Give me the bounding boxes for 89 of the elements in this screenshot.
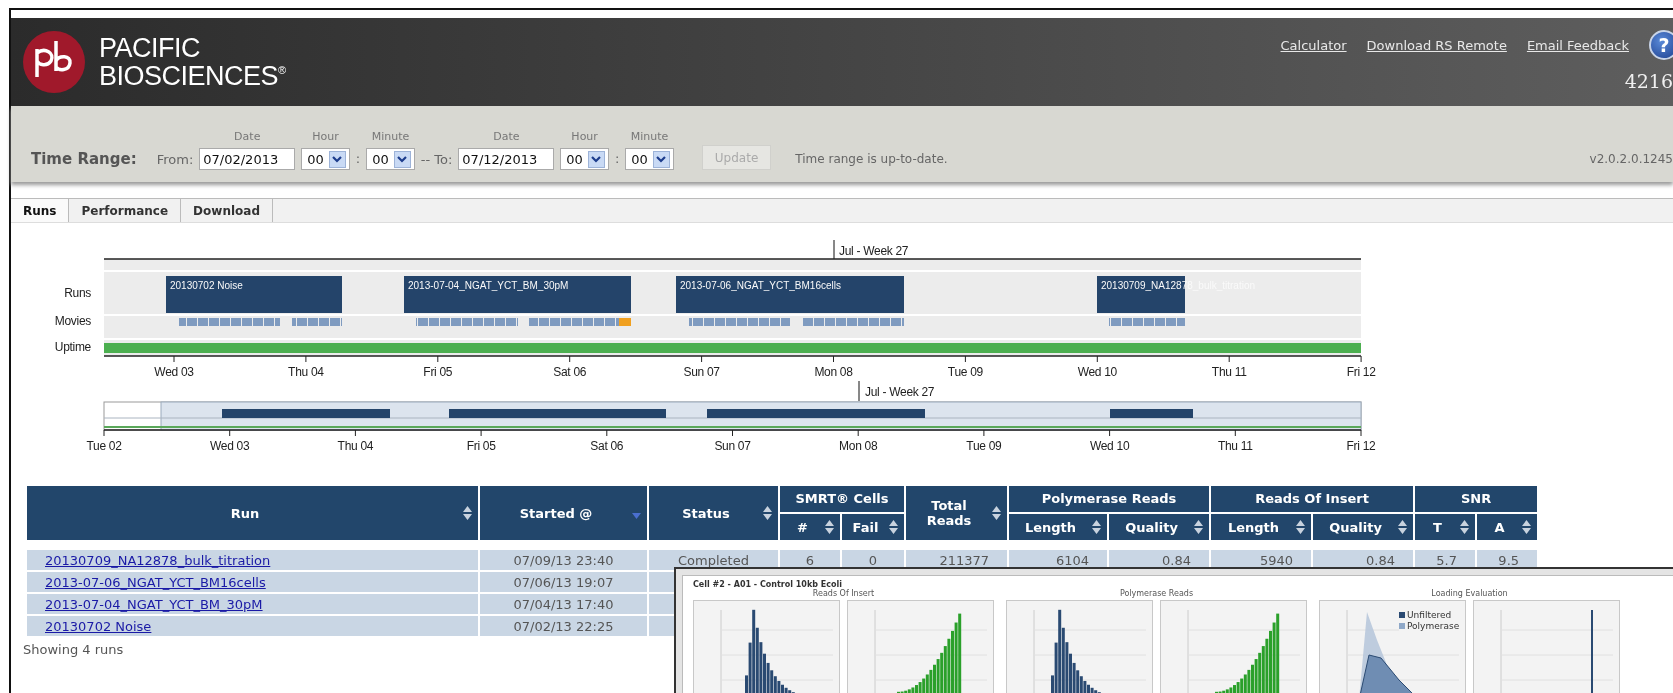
run-label: 2013-07-06_NGAT_YCT_BM16cells xyxy=(680,280,841,291)
date-field[interactable]: 07/12/2013 xyxy=(458,148,555,170)
chevron-down-icon xyxy=(393,150,411,168)
minute-caption: Minute xyxy=(630,130,669,143)
legend-label: Unfiltered xyxy=(1407,610,1452,620)
day-label: Thu 11 xyxy=(1211,365,1247,379)
to-label: -- To: xyxy=(420,152,453,169)
day-label: Sun 07 xyxy=(714,439,751,453)
day-label: Wed 10 xyxy=(1089,439,1130,453)
day-label: Fri 12 xyxy=(1346,439,1376,453)
day-label: Sat 06 xyxy=(590,439,624,453)
from-label: From: xyxy=(156,152,194,169)
day-label: Mon 08 xyxy=(839,439,878,453)
chevron-down-icon xyxy=(587,150,605,168)
tab[interactable]: Download xyxy=(181,199,273,222)
day-label: Fri 05 xyxy=(466,439,496,453)
table-cell: 07/04/13 17:40 xyxy=(479,593,648,615)
day-label: Fri 12 xyxy=(1346,365,1376,379)
column-header: SNR xyxy=(1414,485,1539,513)
date-caption: Date xyxy=(493,130,520,143)
section-title: Reads Of Insert xyxy=(812,589,875,598)
section-title: Polymerase Reads xyxy=(1119,589,1194,598)
day-label: Mon 08 xyxy=(814,365,853,379)
column-header: Polymerase Reads xyxy=(1008,485,1211,513)
table-cell: 07/06/13 19:07 xyxy=(479,571,648,593)
day-label: Sun 07 xyxy=(683,365,720,379)
day-label: Tue 09 xyxy=(947,365,983,379)
movie-bar xyxy=(292,318,342,326)
day-label: Wed 03 xyxy=(154,365,194,379)
day-label: Tue 09 xyxy=(966,439,1002,453)
tab[interactable]: Performance xyxy=(69,199,182,222)
version-text: v2.0.2.0.1245 xyxy=(1589,152,1673,168)
day-label: Sat 06 xyxy=(553,365,587,379)
column-header: Reads Of Insert xyxy=(1210,485,1415,513)
chevron-down-icon xyxy=(328,150,346,168)
lane-label: Uptime xyxy=(54,340,91,354)
hour-select[interactable]: 00 xyxy=(301,148,350,170)
week-marker xyxy=(833,239,835,260)
status-text: Time range is up-to-date. xyxy=(795,152,948,168)
time-separator: : xyxy=(614,151,620,168)
time-range-label: Time Range: xyxy=(31,150,137,170)
chevron-down-icon xyxy=(652,150,670,168)
week-label: Jul - Week 27 xyxy=(839,244,909,258)
brand-name: PACIFIC xyxy=(99,34,201,62)
minute-select[interactable]: 00 xyxy=(625,148,674,170)
minute-select[interactable]: 00 xyxy=(366,148,415,170)
table-cell: 07/02/13 22:25 xyxy=(479,615,648,637)
hour-select[interactable]: 00 xyxy=(560,148,609,170)
header-link[interactable]: Download RS Remote xyxy=(1366,37,1507,53)
hour-caption: Hour xyxy=(312,130,339,143)
day-label: Thu 04 xyxy=(337,439,374,453)
legend-swatch xyxy=(1399,612,1405,618)
count-text: 4216 xyxy=(1624,70,1673,92)
lane-label: Movies xyxy=(54,314,91,328)
run-link[interactable]: 20130702 Noise xyxy=(26,615,479,637)
run-bar[interactable] xyxy=(166,276,342,313)
header-link[interactable]: Email Feedback xyxy=(1526,37,1629,53)
minute-caption: Minute xyxy=(371,130,410,143)
run-label: 2013-07-04_NGAT_YCT_BM_30pM xyxy=(408,280,569,291)
day-label: Fri 05 xyxy=(423,365,453,379)
day-label: Thu 04 xyxy=(288,365,324,379)
run-bar[interactable] xyxy=(404,276,631,313)
date-caption: Date xyxy=(234,130,261,143)
day-label: Tue 02 xyxy=(86,439,122,453)
run-link[interactable]: 2013-07-04_NGAT_YCT_BM_30pM xyxy=(26,593,479,615)
help-button[interactable]: ? xyxy=(1649,30,1673,60)
registered-mark: ® xyxy=(278,65,286,76)
tab[interactable]: Runs xyxy=(11,199,70,222)
run-count-text: Showing 4 runs xyxy=(23,642,125,657)
day-label: Thu 11 xyxy=(1217,439,1253,453)
column-header: SMRT® Cells xyxy=(779,485,905,513)
run-label: 20130702 Noise xyxy=(170,280,243,291)
brand-name: BIOSCIENCES xyxy=(99,62,279,90)
week-label: Jul - Week 27 xyxy=(865,385,935,399)
hour-caption: Hour xyxy=(571,130,598,143)
time-separator: : xyxy=(355,151,361,168)
header-link[interactable]: Calculator xyxy=(1280,37,1347,53)
legend-label: Polymerase xyxy=(1407,621,1460,631)
date-field[interactable]: 07/02/2013 xyxy=(199,148,296,170)
lane-label: Runs xyxy=(64,286,91,300)
day-label: Wed 10 xyxy=(1077,365,1117,379)
legend-swatch xyxy=(1399,623,1405,629)
week-marker xyxy=(858,380,860,402)
run-bar[interactable] xyxy=(676,276,904,313)
day-label: Wed 03 xyxy=(210,439,250,453)
run-link[interactable]: 2013-07-06_NGAT_YCT_BM16cells xyxy=(26,571,479,593)
logo-icon xyxy=(23,31,85,93)
window-title: Cell #2 - A01 - Control 10kb Ecoli xyxy=(693,580,843,589)
section-title: Loading Evaluation xyxy=(1431,589,1508,598)
